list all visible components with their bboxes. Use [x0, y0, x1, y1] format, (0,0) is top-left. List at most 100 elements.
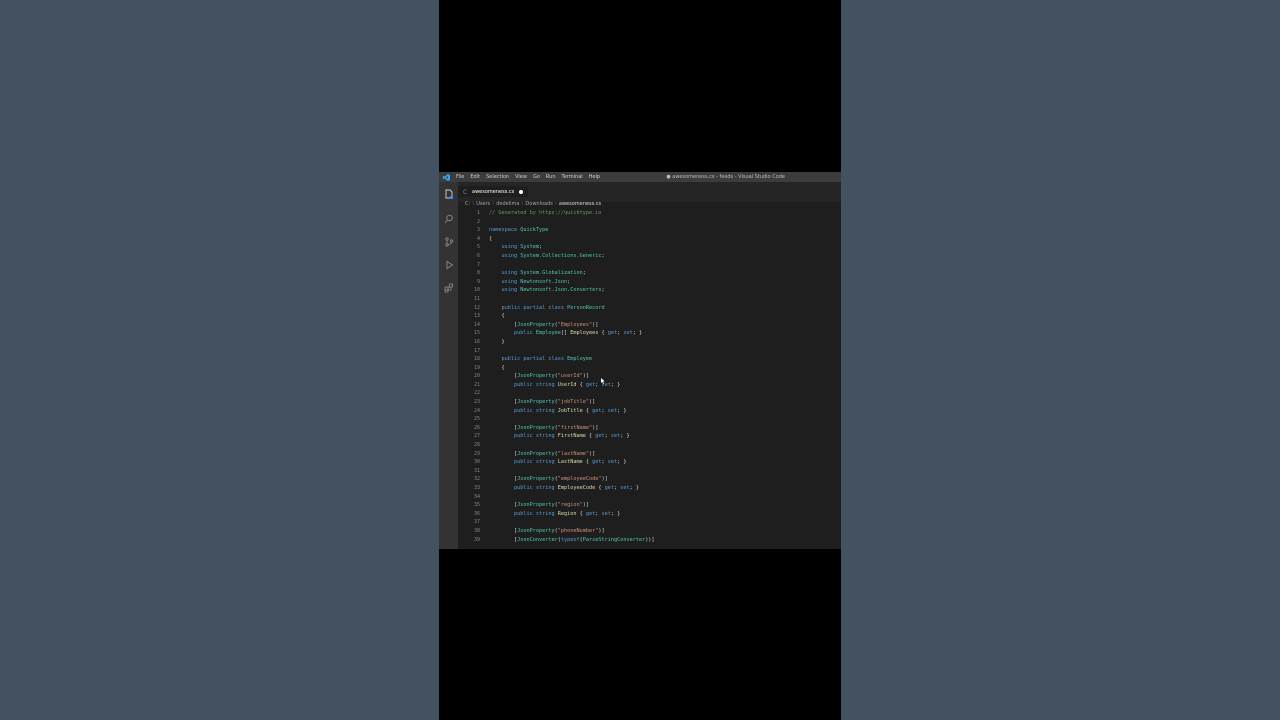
- line-number: 9: [476, 278, 480, 285]
- code-area[interactable]: // Generated by https://quicktype.io name…: [489, 209, 655, 544]
- code-line[interactable]: namespace QuickType: [489, 226, 655, 235]
- menu-file[interactable]: File: [456, 172, 464, 182]
- code-token: "jobTitle": [557, 399, 589, 406]
- line-number: 30: [473, 459, 480, 466]
- code-line[interactable]: [JsonProperty("Employees")]: [489, 321, 655, 330]
- code-token: {: [598, 330, 608, 337]
- code-line[interactable]: [489, 389, 655, 398]
- code-line[interactable]: [489, 467, 655, 476]
- code-line[interactable]: using System.Collections.Generic;: [489, 252, 655, 261]
- source-control-icon[interactable]: [442, 235, 455, 248]
- explorer-icon[interactable]: [442, 188, 455, 201]
- search-icon[interactable]: [442, 212, 455, 225]
- line-number: 23: [473, 399, 480, 406]
- code-editor[interactable]: 1 2 3 4 5 6 7 8 9 10 11 12 13 14 15 16 17 18 19 20 21 22 23 24 2…: [458, 209, 841, 549]
- code-line[interactable]: public string LastName { get; set; }: [489, 458, 655, 467]
- code-line[interactable]: [489, 518, 655, 527]
- chevron-right-icon: ›: [492, 201, 495, 207]
- code-line[interactable]: public string Region { get; set; }: [489, 510, 655, 519]
- menu-terminal[interactable]: Terminal: [562, 172, 583, 182]
- code-line[interactable]: public partial class Employee: [489, 355, 655, 364]
- run-debug-icon[interactable]: [442, 258, 455, 271]
- code-token: [: [489, 399, 518, 406]
- menu-edit[interactable]: Edit: [470, 172, 480, 182]
- line-number: 12: [473, 304, 480, 311]
- code-line[interactable]: [489, 493, 655, 502]
- code-line[interactable]: [JsonProperty("phoneNumber")]: [489, 527, 655, 536]
- code-line[interactable]: {: [489, 364, 655, 373]
- code-line[interactable]: public string UserId { get; set; }: [489, 381, 655, 390]
- code-token: JobTitle: [557, 407, 583, 414]
- menu-help[interactable]: Help: [589, 172, 600, 182]
- code-line[interactable]: [JsonProperty("jobTitle")]: [489, 398, 655, 407]
- code-line[interactable]: using System.Globalization;: [489, 269, 655, 278]
- code-token: public partial class: [501, 304, 568, 311]
- code-token: public string: [514, 459, 558, 466]
- code-line[interactable]: // Generated by https://quicktype.io: [489, 209, 655, 218]
- code-token: System: [520, 244, 539, 251]
- code-token: Employee: [567, 356, 593, 363]
- code-token: [: [489, 424, 518, 431]
- activity-bar: [439, 182, 458, 549]
- code-token: ; }: [632, 330, 643, 337]
- menu-run[interactable]: Run: [546, 172, 556, 182]
- code-token: namespace: [489, 227, 521, 234]
- code-token: )]: [582, 502, 589, 509]
- line-number: 33: [473, 485, 480, 491]
- breadcrumb-user[interactable]: dedelima: [496, 200, 519, 209]
- code-line[interactable]: using System;: [489, 243, 655, 252]
- breadcrumb-users[interactable]: Users: [476, 200, 490, 209]
- code-line[interactable]: {: [489, 235, 655, 244]
- code-line[interactable]: [JsonProperty("lastName")]: [489, 450, 655, 459]
- code-line[interactable]: public string FirstName { get; set; }: [489, 432, 655, 441]
- code-token: [: [489, 450, 518, 457]
- code-line[interactable]: public string JobTitle { get; set; }: [489, 407, 655, 416]
- code-line[interactable]: [JsonProperty("employeeCode")]: [489, 475, 655, 484]
- code-line[interactable]: [489, 218, 655, 227]
- extensions-icon[interactable]: [442, 281, 455, 294]
- svg-text:C: C: [463, 189, 467, 195]
- breadcrumb-downloads[interactable]: Downloads: [525, 200, 552, 209]
- breadcrumb-drive[interactable]: C:: [465, 200, 470, 209]
- code-token: {: [576, 510, 586, 517]
- line-number: 29: [473, 450, 480, 457]
- code-token: )]: [601, 476, 608, 483]
- tab-awesomeness-cs[interactable]: C awesomeness.cs: [458, 186, 528, 197]
- code-line[interactable]: public partial class PersonRecord: [489, 304, 655, 313]
- code-line[interactable]: using Newtonsoft.Json.Converters;: [489, 286, 655, 295]
- code-line[interactable]: {: [489, 312, 655, 321]
- code-line[interactable]: }: [489, 338, 655, 347]
- code-token: )]: [598, 527, 605, 534]
- code-line[interactable]: using Newtonsoft.Json;: [489, 278, 655, 287]
- code-line[interactable]: [489, 347, 655, 356]
- code-line[interactable]: [489, 415, 655, 424]
- code-token: Newtonsoft.Json: [520, 278, 568, 285]
- code-token: typeof: [560, 536, 580, 543]
- code-line[interactable]: public Employee[] Employees { get; set; …: [489, 329, 655, 338]
- code-token: ; }: [620, 433, 630, 440]
- code-token: []: [560, 330, 571, 337]
- menu-selection[interactable]: Selection: [486, 172, 509, 182]
- menu-view[interactable]: View: [515, 172, 527, 182]
- code-line[interactable]: [489, 441, 655, 450]
- breadcrumb-file[interactable]: awesomeness.cs: [559, 200, 601, 209]
- code-token: {: [489, 364, 505, 371]
- unsaved-dot-icon[interactable]: [519, 189, 524, 194]
- code-line[interactable]: [489, 261, 655, 270]
- code-line[interactable]: [JsonProperty("userId")]: [489, 372, 655, 381]
- code-line[interactable]: [JsonConverter(typeof(ParseStringConvert…: [489, 536, 655, 545]
- menu-go[interactable]: Go: [533, 172, 540, 182]
- code-token: JsonProperty: [517, 502, 555, 509]
- code-line[interactable]: [JsonProperty("firstName")]: [489, 424, 655, 433]
- code-line[interactable]: [JsonProperty("region")]: [489, 501, 655, 510]
- code-token: {: [595, 485, 605, 491]
- code-token: public string: [514, 407, 558, 414]
- code-line[interactable]: public string EmployeeCode { get; set; }: [489, 484, 655, 493]
- code-line[interactable]: [489, 295, 655, 304]
